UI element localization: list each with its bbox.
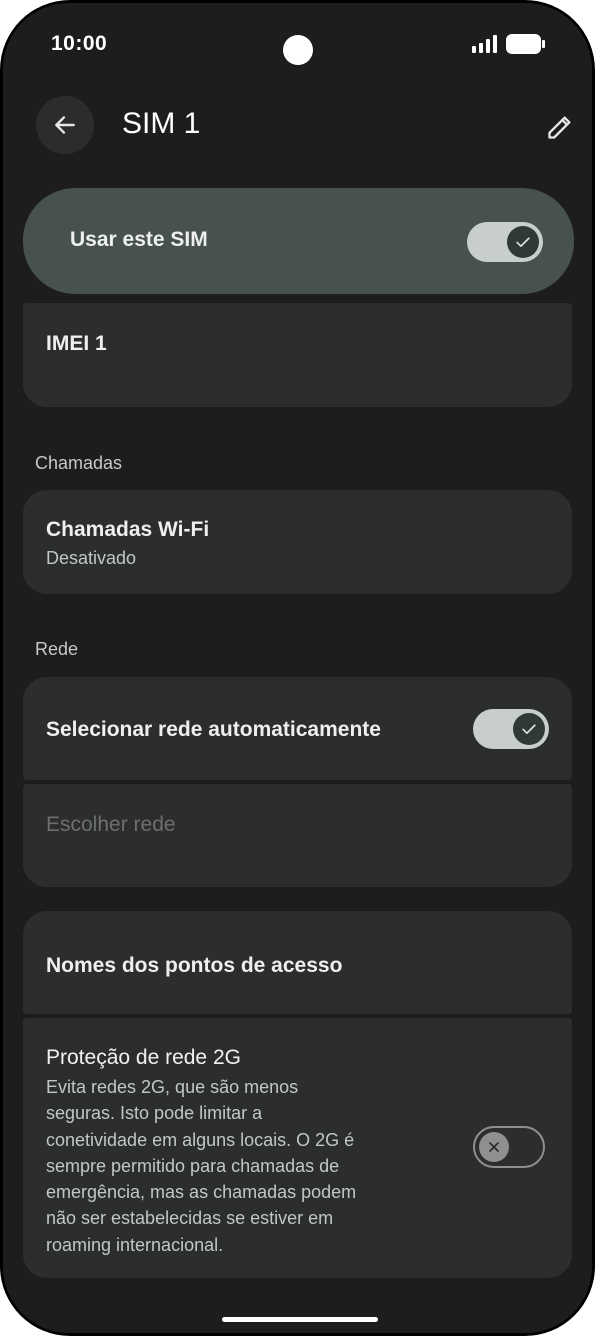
edit-button[interactable]	[543, 110, 577, 144]
description-line: sempre permitido para chamadas de	[46, 1155, 340, 1176]
description-line: seguras. Isto pode limitar a	[46, 1103, 263, 1124]
wifi-calling-row[interactable]	[23, 490, 572, 594]
auto-select-network-label: Selecionar rede automaticamente	[46, 718, 381, 741]
description-line: emergência, mas as chamadas podem	[46, 1182, 357, 1203]
toggle-knob	[479, 1132, 509, 1162]
description-line: conetividade em alguns locais. O 2G é	[46, 1129, 355, 1150]
wifi-calling-status: Desativado	[46, 548, 137, 568]
arrow-back-icon	[55, 116, 75, 134]
network-section-header: Rede	[35, 639, 79, 659]
description-line: não ser estabelecidas se estiver em	[46, 1208, 334, 1229]
page-title: SIM 1	[122, 107, 201, 140]
protection-2g-title: Proteção de rede 2G	[46, 1046, 241, 1069]
protection-2g-description: Evita redes 2G, que são menos seguras. I…	[46, 1074, 446, 1258]
battery-icon	[506, 34, 545, 54]
imei-label: IMEI 1	[46, 332, 107, 355]
pencil-icon	[548, 116, 571, 139]
gesture-nav-handle[interactable]	[222, 1317, 378, 1322]
close-icon	[489, 1142, 499, 1152]
auto-select-network-toggle[interactable]	[473, 709, 549, 749]
description-line: roaming internacional.	[46, 1234, 224, 1255]
use-sim-label: Usar este SIM	[70, 228, 208, 251]
check-icon	[522, 724, 536, 734]
check-icon	[516, 237, 530, 247]
back-button[interactable]	[36, 96, 94, 154]
front-camera	[283, 35, 313, 65]
signal-icon	[472, 35, 497, 53]
settings-screen: 10:00 SIM 1 Usar este SIM IMEI 1 Chamada…	[3, 3, 592, 1333]
protection-2g-toggle[interactable]	[473, 1126, 545, 1168]
calls-section-header: Chamadas	[35, 453, 123, 473]
use-sim-toggle[interactable]	[467, 222, 543, 262]
description-line: Evita redes 2G, que são menos	[46, 1077, 299, 1097]
toggle-knob	[513, 713, 545, 745]
wifi-calling-title: Chamadas Wi-Fi	[46, 518, 210, 541]
status-time: 10:00	[51, 32, 108, 55]
toggle-knob	[507, 226, 539, 258]
apn-label: Nomes dos pontos de acesso	[46, 954, 343, 977]
choose-network-label: Escolher rede	[46, 813, 176, 836]
phone-frame: 10:00 SIM 1 Usar este SIM IMEI 1 Chamada…	[0, 0, 595, 1336]
